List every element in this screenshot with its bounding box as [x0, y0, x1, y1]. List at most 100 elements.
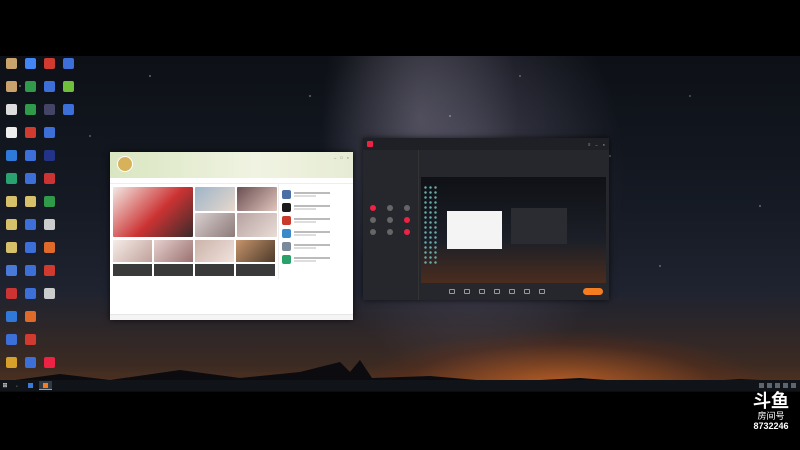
desktop-shortcut-icon[interactable]	[40, 311, 58, 334]
desktop-shortcut-icon[interactable]	[21, 242, 39, 265]
desktop-shortcut-icon[interactable]	[40, 357, 58, 380]
minimize-icon[interactable]: –	[595, 142, 597, 147]
list-item[interactable]	[282, 255, 350, 264]
desktop-shortcut-icon[interactable]	[21, 311, 39, 334]
feed-photo[interactable]	[154, 240, 193, 262]
desktop-shortcut-icon[interactable]	[2, 288, 20, 311]
feed-photo[interactable]	[113, 240, 152, 262]
desktop-shortcut-icon[interactable]	[21, 127, 39, 150]
desktop-shortcut-icon[interactable]	[2, 357, 20, 380]
windows-start-icon[interactable]: ⊞	[0, 380, 10, 391]
feed-photo[interactable]	[237, 187, 277, 211]
tool-icon[interactable]	[387, 229, 393, 235]
desktop-shortcut-icon[interactable]	[59, 219, 77, 242]
close-icon[interactable]: ×	[347, 155, 349, 160]
desktop-shortcut-icon[interactable]	[21, 357, 39, 380]
desktop-shortcut-icon[interactable]	[59, 127, 77, 150]
list-item[interactable]	[282, 190, 350, 199]
desktop-shortcut-icon[interactable]	[2, 242, 20, 265]
list-item[interactable]	[282, 242, 350, 251]
tool-icon[interactable]	[370, 205, 376, 211]
taskbar-app[interactable]	[38, 381, 52, 390]
tray-icon[interactable]	[775, 383, 780, 388]
desktop-shortcut-icon[interactable]	[40, 173, 58, 196]
desktop-shortcut-icon[interactable]	[21, 81, 39, 104]
desktop-shortcut-icon[interactable]	[40, 81, 58, 104]
desktop-shortcut-icon[interactable]	[21, 104, 39, 127]
desktop-shortcut-icon[interactable]	[40, 127, 58, 150]
desktop-shortcut-icon[interactable]	[21, 196, 39, 219]
tool-icon[interactable]	[370, 229, 376, 235]
notification-icon[interactable]	[791, 383, 796, 388]
user-avatar[interactable]	[117, 156, 133, 172]
settings-icon[interactable]: ≡	[588, 142, 590, 147]
desktop-shortcut-icon[interactable]	[2, 81, 20, 104]
desktop-shortcut-icon[interactable]	[59, 58, 77, 81]
desktop-shortcut-icon[interactable]	[40, 265, 58, 288]
minimize-icon[interactable]: –	[334, 155, 336, 160]
feed-photo[interactable]	[195, 240, 234, 262]
tray-icon[interactable]	[759, 383, 764, 388]
desktop-shortcut-icon[interactable]	[40, 196, 58, 219]
music-app-window[interactable]: – □ ×	[110, 152, 353, 320]
feed-photo[interactable]	[154, 264, 193, 276]
maximize-icon[interactable]: □	[340, 155, 342, 160]
list-item[interactable]	[282, 216, 350, 225]
desktop-shortcut-icon[interactable]	[2, 196, 20, 219]
desktop-shortcut-icon[interactable]	[40, 334, 58, 357]
douyu-live-companion-window[interactable]: ≡ – ×	[363, 138, 609, 300]
desktop-shortcut-icon[interactable]	[2, 334, 20, 357]
feed-photo[interactable]	[236, 240, 275, 262]
desktop-shortcut-icon[interactable]	[59, 196, 77, 219]
desktop-shortcut-icon[interactable]	[59, 173, 77, 196]
list-item[interactable]	[282, 203, 350, 212]
desktop-shortcut-icon[interactable]	[59, 334, 77, 357]
desktop-shortcut-icon[interactable]	[40, 58, 58, 81]
feed-photo[interactable]	[195, 213, 235, 237]
list-item[interactable]	[282, 229, 350, 238]
desktop-shortcut-icon[interactable]	[40, 104, 58, 127]
desktop-shortcut-icon[interactable]	[59, 288, 77, 311]
taskbar-search-icon[interactable]: ⌕	[12, 381, 22, 390]
screen-icon[interactable]	[464, 289, 470, 294]
desktop-shortcut-icon[interactable]	[2, 265, 20, 288]
feed-photo[interactable]	[237, 213, 277, 237]
tool-icon[interactable]	[404, 205, 410, 211]
feed-photo[interactable]	[236, 264, 275, 276]
desktop-shortcut-icon[interactable]	[21, 265, 39, 288]
feed-photo[interactable]	[195, 187, 235, 211]
window-capture-icon[interactable]	[479, 289, 485, 294]
desktop-shortcut-icon[interactable]	[21, 150, 39, 173]
taskbar-app[interactable]	[24, 381, 37, 390]
desktop-shortcut-icon[interactable]	[21, 58, 39, 81]
desktop-shortcut-icon[interactable]	[59, 357, 77, 380]
start-live-button[interactable]	[583, 288, 603, 295]
tray-icon[interactable]	[767, 383, 772, 388]
tray-icon[interactable]	[783, 383, 788, 388]
desktop-shortcut-icon[interactable]	[40, 150, 58, 173]
desktop-shortcut-icon[interactable]	[2, 311, 20, 334]
tool-icon[interactable]	[387, 205, 393, 211]
desktop-shortcut-icon[interactable]	[59, 242, 77, 265]
desktop-shortcut-icon[interactable]	[2, 150, 20, 173]
feed-photo[interactable]	[195, 264, 234, 276]
featured-photo[interactable]	[113, 187, 193, 237]
desktop-shortcut-icon[interactable]	[59, 150, 77, 173]
tool-icon[interactable]	[404, 217, 410, 223]
text-icon[interactable]	[509, 289, 515, 294]
feed-photo[interactable]	[113, 264, 152, 276]
desktop-shortcut-icon[interactable]	[2, 173, 20, 196]
desktop-shortcut-icon[interactable]	[59, 265, 77, 288]
tool-icon[interactable]	[387, 217, 393, 223]
desktop-shortcut-icon[interactable]	[59, 104, 77, 127]
desktop-shortcut-icon[interactable]	[40, 242, 58, 265]
desktop-shortcut-icon[interactable]	[21, 219, 39, 242]
tool-icon[interactable]	[370, 217, 376, 223]
desktop-shortcut-icon[interactable]	[2, 104, 20, 127]
desktop-shortcut-icon[interactable]	[59, 81, 77, 104]
desktop-shortcut-icon[interactable]	[2, 58, 20, 81]
desktop-shortcut-icon[interactable]	[21, 334, 39, 357]
image-icon[interactable]	[494, 289, 500, 294]
desktop-shortcut-icon[interactable]	[2, 219, 20, 242]
desktop-shortcut-icon[interactable]	[59, 311, 77, 334]
